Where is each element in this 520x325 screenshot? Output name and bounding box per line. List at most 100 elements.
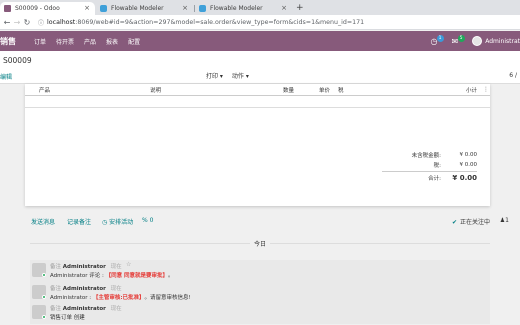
edit-button[interactable]: 编辑 xyxy=(0,72,12,81)
tab-title: Flowable Modeler xyxy=(210,5,263,12)
message-body: 销售订单 创建 xyxy=(50,313,85,321)
control-panel: S00009 编辑 打印 ▾ 动作 ▾ 6 / xyxy=(0,51,520,84)
order-totals: 未含税金额: ¥ 0.00 税: ¥ 0.00 合计: ¥ 0.00 xyxy=(382,150,477,183)
form-sheet: 产品 说明 数量 单价 税 小计 ⋮ 未含税金额: ¥ 0.00 税: ¥ 0.… xyxy=(25,84,490,206)
chatter-topbar: 发送消息 记录备注 ◷ 安排活动 % 0 ✔ 正在关注中 ♟1 xyxy=(0,214,520,229)
browser-tab-strip: S00009 - Odoo × Flowable Modeler × Flowa… xyxy=(0,0,520,15)
url-field[interactable]: ⓘ localhost:8069/web#id=9&action=297&mod… xyxy=(38,18,364,27)
message-item: 备注 Administrator 现在 销售订单 创建 xyxy=(30,302,490,324)
followers-button[interactable]: ♟1 xyxy=(500,217,509,224)
message-author[interactable]: Administrator xyxy=(63,306,106,312)
odoo-navbar: 销售 订单 待开票 产品 报表 配置 ◷ 1 ✉ 5 Administrat xyxy=(0,31,520,51)
close-icon[interactable]: × xyxy=(281,4,287,12)
back-button[interactable]: ← xyxy=(2,18,12,27)
untaxed-value: ¥ 0.00 xyxy=(459,152,478,158)
tab-title: Flowable Modeler xyxy=(111,5,164,12)
untaxed-label: 未含税金额: xyxy=(411,153,441,159)
attachment-count: 0 xyxy=(149,217,154,224)
message-date: 现在 xyxy=(110,286,122,292)
column-subtotal[interactable]: 小计 xyxy=(466,86,477,94)
log-note-button[interactable]: 记录备注 xyxy=(67,217,91,226)
tax-value: ¥ 0.00 xyxy=(459,162,478,168)
new-tab-button[interactable]: + xyxy=(296,3,304,13)
message-item: 备注 Administrator 现在 Administrator : 【主管审… xyxy=(30,282,490,304)
user-menu[interactable]: Administrat xyxy=(485,38,520,45)
message-author[interactable]: Administrator xyxy=(63,264,106,270)
untaxed-row: 未含税金额: ¥ 0.00 xyxy=(382,150,477,160)
online-status-icon xyxy=(42,295,46,299)
flowable-icon xyxy=(100,5,107,12)
tax-label: 税: xyxy=(433,163,441,169)
chat-badge: 5 xyxy=(457,34,465,42)
tax-row: 税: ¥ 0.00 xyxy=(382,160,477,170)
message-author[interactable]: Administrator xyxy=(63,286,106,292)
menu-item-orders[interactable]: 订单 xyxy=(34,37,46,46)
column-quantity[interactable]: 数量 xyxy=(283,86,294,94)
message-type: 备注 xyxy=(50,306,62,312)
chat-icon[interactable]: ✉ 5 xyxy=(452,34,465,46)
online-status-icon xyxy=(42,315,46,319)
total-label: 合计: xyxy=(428,175,441,182)
order-lines-empty-row xyxy=(25,96,490,108)
optional-columns-icon[interactable]: ⋮ xyxy=(483,86,489,93)
navbar-systray: ◷ 1 ✉ 5 Administrat xyxy=(431,34,520,48)
order-lines-header: 产品 说明 数量 单价 税 小计 ⋮ xyxy=(25,84,490,96)
menu-item-products[interactable]: 产品 xyxy=(84,37,96,46)
activity-icon[interactable]: ◷ 1 xyxy=(431,34,444,46)
check-icon: ✔ xyxy=(451,219,457,226)
browser-tab-flowable-2[interactable]: Flowable Modeler × xyxy=(195,2,292,15)
message-date: 现在 xyxy=(110,306,122,312)
menu-item-configuration[interactable]: 配置 xyxy=(128,37,140,46)
address-bar: ← → ↻ ⓘ localhost:8069/web#id=9&action=2… xyxy=(0,15,520,30)
star-icon[interactable]: ☆ xyxy=(126,261,131,268)
odoo-icon xyxy=(4,5,11,12)
pager[interactable]: 6 / xyxy=(509,72,517,79)
message-suffix: 。 xyxy=(168,273,174,279)
app-name[interactable]: 销售 xyxy=(0,36,16,47)
avatar[interactable] xyxy=(472,36,483,46)
message-type: 备注 xyxy=(50,286,62,292)
browser-tab-odoo[interactable]: S00009 - Odoo × xyxy=(0,2,95,15)
info-icon[interactable]: ⓘ xyxy=(38,18,44,27)
message-suffix: 。请留意审核信息! xyxy=(144,295,191,301)
breadcrumb: S00009 xyxy=(3,56,32,65)
message-item: 备注 Administrator 现在 ☆ Administrator 评论 :… xyxy=(30,260,490,282)
menu-item-reporting[interactable]: 报表 xyxy=(106,37,118,46)
message-text: 销售订单 创建 xyxy=(50,315,85,321)
send-message-button[interactable]: 发送消息 xyxy=(31,217,55,226)
paperclip-icon: % xyxy=(142,217,148,224)
tab-title: S00009 - Odoo xyxy=(15,5,60,12)
following-button[interactable]: ✔ 正在关注中 xyxy=(452,217,490,226)
followers-count: 1 xyxy=(505,217,509,224)
date-separator: 今日 xyxy=(30,238,490,248)
column-unit-price[interactable]: 单价 xyxy=(319,86,330,94)
reload-button[interactable]: ↻ xyxy=(22,18,32,27)
column-product[interactable]: 产品 xyxy=(39,86,50,94)
browser-tab-flowable-1[interactable]: Flowable Modeler × xyxy=(96,2,193,15)
message-highlight: 【同意 同意就是要审批】 xyxy=(105,273,169,279)
activity-badge: 1 xyxy=(436,34,444,42)
message-highlight: 【主管审核:已批准】 xyxy=(92,295,145,301)
column-description[interactable]: 说明 xyxy=(150,86,161,94)
message-body: Administrator 评论 : 【同意 同意就是要审批】。 xyxy=(50,271,174,279)
flowable-icon xyxy=(199,5,206,12)
action-dropdown[interactable]: 动作 ▾ xyxy=(232,71,249,80)
column-taxes[interactable]: 税 xyxy=(338,86,344,94)
close-icon[interactable]: × xyxy=(182,4,188,12)
close-icon[interactable]: × xyxy=(84,4,90,12)
forward-button[interactable]: → xyxy=(12,18,22,27)
main-menu: 订单 待开票 产品 报表 配置 xyxy=(34,37,140,46)
message-type: 备注 xyxy=(50,264,62,270)
message-header: 备注 Administrator 现在 xyxy=(50,304,122,312)
following-label: 正在关注中 xyxy=(459,219,490,226)
attachment-button[interactable]: % 0 xyxy=(142,217,153,224)
total-value: ¥ 0.00 xyxy=(452,173,477,182)
message-header: 备注 Administrator 现在 xyxy=(50,284,122,292)
menu-item-to-invoice[interactable]: 待开票 xyxy=(56,37,74,46)
online-status-icon xyxy=(42,273,46,277)
schedule-activity-button[interactable]: ◷ 安排活动 xyxy=(102,217,133,226)
print-dropdown[interactable]: 打印 ▾ xyxy=(206,71,223,80)
message-body: Administrator : 【主管审核:已批准】。请留意审核信息! xyxy=(50,293,191,301)
message-text: Administrator 评论 : xyxy=(50,273,106,279)
message-header: 备注 Administrator 现在 xyxy=(50,262,122,270)
